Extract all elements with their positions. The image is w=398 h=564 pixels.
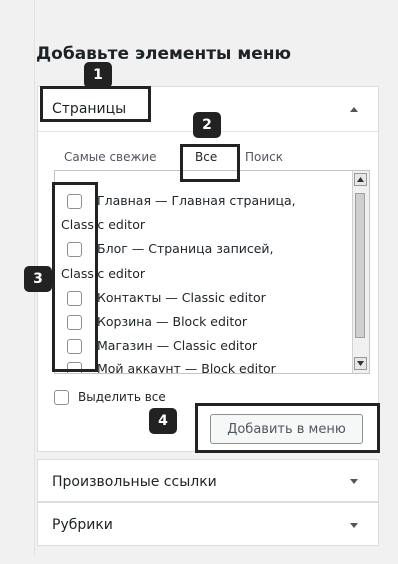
highlight-pages [40, 86, 151, 122]
scroll-thumb[interactable] [355, 193, 365, 338]
list-item-label: Контакты — Classic editor [97, 290, 266, 305]
highlight-add-button [195, 403, 380, 453]
pages-checklist[interactable]: Главная — Главная страница, Classic edit… [54, 170, 370, 374]
select-all-label: Выделить все [78, 390, 166, 404]
custom-links-section[interactable]: Произвольные ссылки [37, 459, 379, 502]
list-item-label: Магазин — Classic editor [97, 338, 258, 353]
custom-links-header[interactable]: Произвольные ссылки [38, 460, 378, 503]
categories-section[interactable]: Рубрики [37, 502, 379, 546]
highlight-all-tab [180, 144, 240, 182]
marker-2: 2 [193, 112, 221, 138]
list-scrollbar[interactable] [352, 171, 369, 373]
marker-4: 4 [149, 408, 177, 434]
expand-arrow-icon[interactable] [350, 523, 358, 528]
expand-arrow-icon[interactable] [350, 479, 358, 484]
list-item-label: Корзина — Block editor [97, 314, 248, 329]
list-item-label: Мой аккаунт — Block editor [97, 361, 276, 374]
select-all-checkbox[interactable] [54, 390, 69, 405]
tab-search[interactable]: Поиск [245, 150, 283, 164]
collapse-arrow-icon[interactable] [350, 107, 358, 112]
panel-heading: Добавьте элементы меню [36, 44, 292, 64]
categories-header[interactable]: Рубрики [38, 503, 378, 547]
scroll-up-icon[interactable] [354, 173, 367, 186]
custom-links-title: Произвольные ссылки [52, 473, 217, 490]
scroll-down-icon[interactable] [354, 357, 367, 370]
highlight-checkboxes [52, 182, 98, 372]
list-item-label: Главная — Главная страница, [97, 193, 296, 208]
marker-3: 3 [24, 266, 52, 292]
list-item-label: Блог — Страница записей, [97, 241, 274, 256]
tab-most-recent[interactable]: Самые свежие [64, 150, 157, 164]
marker-1: 1 [84, 62, 112, 88]
categories-title: Рубрики [52, 517, 113, 533]
